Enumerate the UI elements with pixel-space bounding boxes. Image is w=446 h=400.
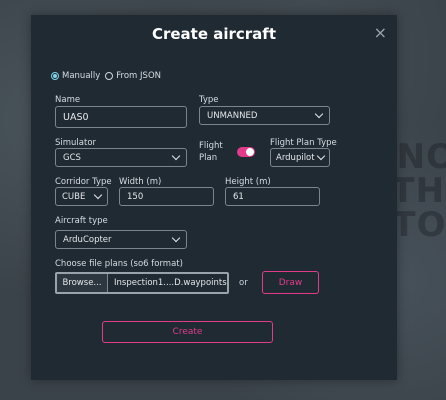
name-input-value: UAS0	[63, 111, 89, 123]
chevron-down-icon	[316, 151, 326, 161]
corridor-type-label: Corridor Type	[55, 177, 112, 187]
mode-radio-group: Manually From JSON	[51, 71, 166, 81]
radio-from-json[interactable]: From JSON	[105, 71, 161, 81]
simulator-label: Simulator	[55, 138, 97, 148]
radio-from-json-label: From JSON	[116, 71, 161, 81]
dialog-title: Create aircraft	[151, 25, 277, 43]
height-input[interactable]: 61	[225, 187, 320, 206]
aircraft-type-select[interactable]: ArduCopter	[55, 230, 187, 249]
aircraft-type-label: Aircraft type	[55, 216, 108, 226]
flight-plan-type-select[interactable]: Ardupilot	[270, 148, 330, 167]
corridor-type-value: CUBE	[62, 191, 86, 202]
chevron-down-icon	[171, 151, 181, 161]
name-label: Name	[55, 95, 81, 105]
width-input-value: 150	[127, 191, 144, 202]
radio-manually[interactable]: Manually	[51, 71, 100, 81]
corridor-type-select[interactable]: CUBE	[55, 187, 108, 206]
height-label: Height (m)	[225, 177, 271, 187]
flight-plan-label-line2: Plan	[199, 153, 218, 163]
selected-file-name: Inspection1....D.waypoints	[114, 278, 227, 288]
browse-button[interactable]: Browse...	[57, 274, 108, 292]
width-input[interactable]: 150	[119, 187, 214, 206]
chevron-down-icon	[171, 233, 181, 243]
flight-plan-type-label: Flight Plan Type	[270, 138, 337, 148]
flight-plan-toggle[interactable]	[237, 147, 255, 157]
aircraft-type-value: ArduCopter	[63, 234, 112, 245]
or-label: or	[239, 278, 248, 288]
file-plans-label: Choose file plans (so6 format)	[55, 259, 183, 269]
create-aircraft-dialog: Create aircraft × Manually From JSON Nam…	[31, 15, 397, 380]
chevron-down-icon	[93, 190, 103, 200]
type-label: Type	[199, 95, 219, 105]
type-select[interactable]: UNMANNED	[199, 106, 330, 125]
flight-plan-label-line1: Flight	[199, 141, 223, 151]
flight-plan-type-value: Ardupilot	[276, 152, 315, 163]
radio-from-json-indicator[interactable]	[105, 72, 114, 80]
type-select-value: UNMANNED	[207, 110, 258, 121]
file-plans-picker[interactable]: Browse... Inspection1....D.waypoints	[55, 272, 229, 294]
radio-manually-indicator[interactable]	[51, 72, 59, 80]
radio-manually-label: Manually	[62, 71, 101, 81]
width-label: Width (m)	[119, 177, 162, 187]
create-button[interactable]: Create	[102, 321, 273, 343]
height-input-value: 61	[233, 191, 244, 202]
close-icon[interactable]: ×	[374, 24, 387, 42]
chevron-down-icon	[314, 109, 324, 119]
simulator-select-value: GCS	[63, 152, 81, 163]
simulator-select[interactable]: GCS	[55, 148, 187, 167]
draw-button[interactable]: Draw	[262, 271, 319, 294]
name-input[interactable]: UAS0	[55, 106, 187, 128]
